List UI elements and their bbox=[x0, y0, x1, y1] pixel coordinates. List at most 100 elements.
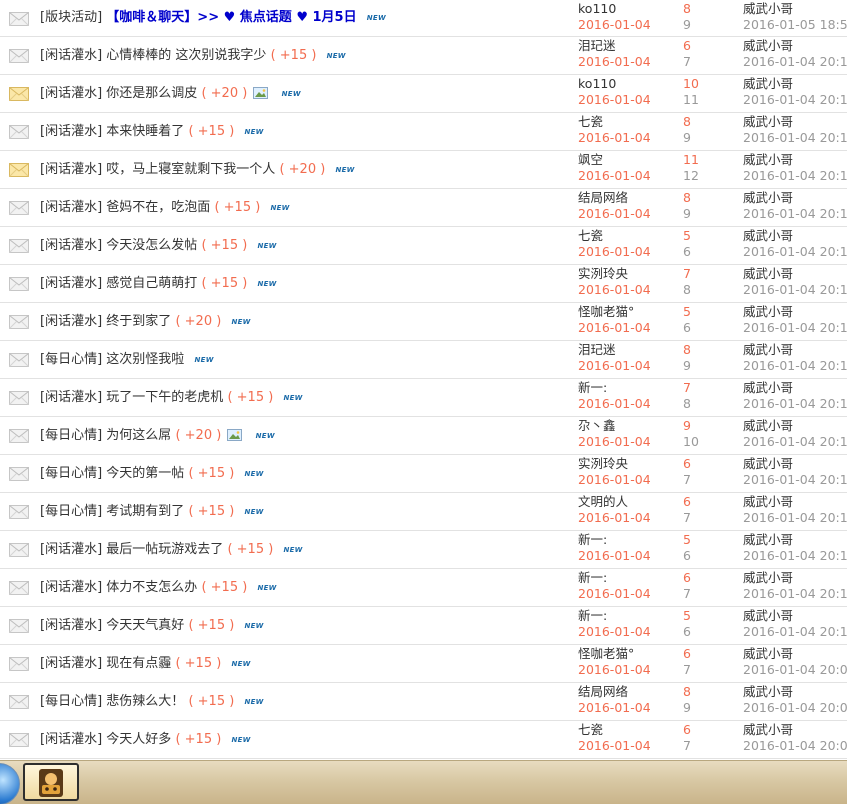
reply-count[interactable]: 6 bbox=[683, 570, 691, 586]
reply-count[interactable]: 8 bbox=[683, 342, 691, 358]
last-poster-link[interactable]: 威武小哥 bbox=[743, 532, 847, 548]
thread-category-link[interactable]: [每日心情] bbox=[40, 352, 102, 367]
last-post-time-link[interactable]: 2016-01-04 20:14 bbox=[743, 130, 847, 146]
thread-category-link[interactable]: [闲话灌水] bbox=[40, 238, 102, 253]
author-link[interactable]: ko110 bbox=[578, 76, 651, 92]
author-link[interactable]: 文明的人 bbox=[578, 494, 651, 510]
thread-title-link[interactable]: 终于到家了 bbox=[106, 314, 171, 329]
thread-category-link[interactable]: [每日心情] bbox=[40, 694, 102, 709]
thread-title-link[interactable]: 本来快睡着了 bbox=[106, 124, 184, 139]
thread-category-link[interactable]: [闲话灌水] bbox=[40, 656, 102, 671]
thread-title-link[interactable]: 为何这么屌 bbox=[106, 428, 171, 443]
last-poster-link[interactable]: 威武小哥 bbox=[743, 190, 847, 206]
last-post-time-link[interactable]: 2016-01-04 20:10 bbox=[743, 510, 847, 526]
reply-count[interactable]: 5 bbox=[683, 532, 691, 548]
thread-title-link[interactable]: 哎，马上寝室就剩下我一个人 bbox=[106, 162, 275, 177]
thread-category-link[interactable]: [闲话灌水] bbox=[40, 314, 102, 329]
reply-count[interactable]: 5 bbox=[683, 608, 691, 624]
thread-category-link[interactable]: [闲话灌水] bbox=[40, 86, 102, 101]
thread-category-link[interactable]: [每日心情] bbox=[40, 504, 102, 519]
last-post-time-link[interactable]: 2016-01-04 20:12 bbox=[743, 358, 847, 374]
last-poster-link[interactable]: 威武小哥 bbox=[743, 494, 847, 510]
author-link[interactable]: 怪咖老猫° bbox=[578, 304, 651, 320]
author-link[interactable]: 新一: bbox=[578, 532, 651, 548]
last-post-time-link[interactable]: 2016-01-04 20:13 bbox=[743, 282, 847, 298]
reply-count[interactable]: 7 bbox=[683, 380, 691, 396]
last-poster-link[interactable]: 威武小哥 bbox=[743, 266, 847, 282]
last-poster-link[interactable]: 威武小哥 bbox=[743, 342, 847, 358]
thread-category-link[interactable]: [闲话灌水] bbox=[40, 732, 102, 747]
last-post-time-link[interactable]: 2016-01-04 20:10 bbox=[743, 548, 847, 564]
thread-category-link[interactable]: [闲话灌水] bbox=[40, 162, 102, 177]
thread-title-link[interactable]: 心情棒棒的 这次别说我字少 bbox=[106, 48, 266, 63]
author-link[interactable]: 七瓷 bbox=[578, 722, 651, 738]
reply-count[interactable]: 5 bbox=[683, 304, 691, 320]
last-poster-link[interactable]: 威武小哥 bbox=[743, 418, 847, 434]
thread-title-link[interactable]: 最后一帖玩游戏去了 bbox=[106, 542, 223, 557]
last-poster-link[interactable]: 威武小哥 bbox=[743, 684, 847, 700]
last-post-time-link[interactable]: 2016-01-05 18:59 bbox=[743, 17, 847, 33]
taskbar-app-button[interactable] bbox=[23, 763, 79, 801]
author-link[interactable]: 结局网络 bbox=[578, 190, 651, 206]
start-button[interactable] bbox=[0, 763, 20, 804]
last-post-time-link[interactable]: 2016-01-04 20:12 bbox=[743, 434, 847, 450]
thread-title-link[interactable]: 感觉自己萌萌打 bbox=[106, 276, 197, 291]
author-link[interactable]: 泪玘迷 bbox=[578, 38, 651, 54]
last-poster-link[interactable]: 威武小哥 bbox=[743, 646, 847, 662]
reply-count[interactable]: 8 bbox=[683, 684, 691, 700]
thread-title-link[interactable]: 今天天气真好 bbox=[106, 618, 184, 633]
last-poster-link[interactable]: 威武小哥 bbox=[743, 1, 847, 17]
thread-title-link[interactable]: 这次别怪我啦 bbox=[106, 352, 184, 367]
thread-category-link[interactable]: [闲话灌水] bbox=[40, 200, 102, 215]
last-poster-link[interactable]: 威武小哥 bbox=[743, 38, 847, 54]
last-post-time-link[interactable]: 2016-01-04 20:09 bbox=[743, 662, 847, 678]
thread-category-link[interactable]: [闲话灌水] bbox=[40, 618, 102, 633]
author-link[interactable]: 尕丶鑫 bbox=[578, 418, 651, 434]
author-link[interactable]: 结局网络 bbox=[578, 684, 651, 700]
thread-title-link[interactable]: 玩了一下午的老虎机 bbox=[106, 390, 223, 405]
reply-count[interactable]: 9 bbox=[683, 418, 699, 434]
reply-count[interactable]: 11 bbox=[683, 152, 699, 168]
author-link[interactable]: 实洌玲央 bbox=[578, 266, 651, 282]
last-poster-link[interactable]: 威武小哥 bbox=[743, 304, 847, 320]
reply-count[interactable]: 8 bbox=[683, 190, 691, 206]
last-post-time-link[interactable]: 2016-01-04 20:15 bbox=[743, 92, 847, 108]
author-link[interactable]: 泪玘迷 bbox=[578, 342, 651, 358]
thread-title-link[interactable]: 【咖啡＆聊天】>> ♥ 焦点话题 ♥ 1月5日 bbox=[106, 10, 356, 25]
last-post-time-link[interactable]: 2016-01-04 20:10 bbox=[743, 624, 847, 640]
author-link[interactable]: ko110 bbox=[578, 1, 651, 17]
reply-count[interactable]: 6 bbox=[683, 456, 691, 472]
author-link[interactable]: 飒空 bbox=[578, 152, 651, 168]
thread-category-link[interactable]: [闲话灌水] bbox=[40, 542, 102, 557]
author-link[interactable]: 实洌玲央 bbox=[578, 456, 651, 472]
thread-category-link[interactable]: [版块活动] bbox=[40, 10, 102, 25]
thread-title-link[interactable]: 体力不支怎么办 bbox=[106, 580, 197, 595]
author-link[interactable]: 新一: bbox=[578, 380, 651, 396]
last-post-time-link[interactable]: 2016-01-04 20:15 bbox=[743, 54, 847, 70]
author-link[interactable]: 七瓷 bbox=[578, 114, 651, 130]
reply-count[interactable]: 6 bbox=[683, 722, 691, 738]
thread-title-link[interactable]: 考试期有到了 bbox=[106, 504, 184, 519]
thread-category-link[interactable]: [闲话灌水] bbox=[40, 390, 102, 405]
last-poster-link[interactable]: 威武小哥 bbox=[743, 380, 847, 396]
thread-category-link[interactable]: [闲话灌水] bbox=[40, 276, 102, 291]
thread-category-link[interactable]: [闲话灌水] bbox=[40, 48, 102, 63]
last-poster-link[interactable]: 威武小哥 bbox=[743, 608, 847, 624]
last-poster-link[interactable]: 威武小哥 bbox=[743, 570, 847, 586]
last-post-time-link[interactable]: 2016-01-04 20:14 bbox=[743, 168, 847, 184]
last-post-time-link[interactable]: 2016-01-04 20:12 bbox=[743, 396, 847, 412]
reply-count[interactable]: 6 bbox=[683, 494, 691, 510]
reply-count[interactable]: 8 bbox=[683, 114, 691, 130]
thread-title-link[interactable]: 今天没怎么发帖 bbox=[106, 238, 197, 253]
last-poster-link[interactable]: 威武小哥 bbox=[743, 76, 847, 92]
last-post-time-link[interactable]: 2016-01-04 20:13 bbox=[743, 244, 847, 260]
thread-title-link[interactable]: 今天人好多 bbox=[106, 732, 171, 747]
thread-title-link[interactable]: 悲伤辣么大！ bbox=[106, 694, 184, 709]
last-post-time-link[interactable]: 2016-01-04 20:11 bbox=[743, 472, 847, 488]
thread-category-link[interactable]: [闲话灌水] bbox=[40, 124, 102, 139]
reply-count[interactable]: 8 bbox=[683, 1, 691, 17]
thread-title-link[interactable]: 爸妈不在，吃泡面 bbox=[106, 200, 210, 215]
author-link[interactable]: 新一: bbox=[578, 608, 651, 624]
last-post-time-link[interactable]: 2016-01-04 20:08 bbox=[743, 738, 847, 754]
author-link[interactable]: 怪咖老猫° bbox=[578, 646, 651, 662]
